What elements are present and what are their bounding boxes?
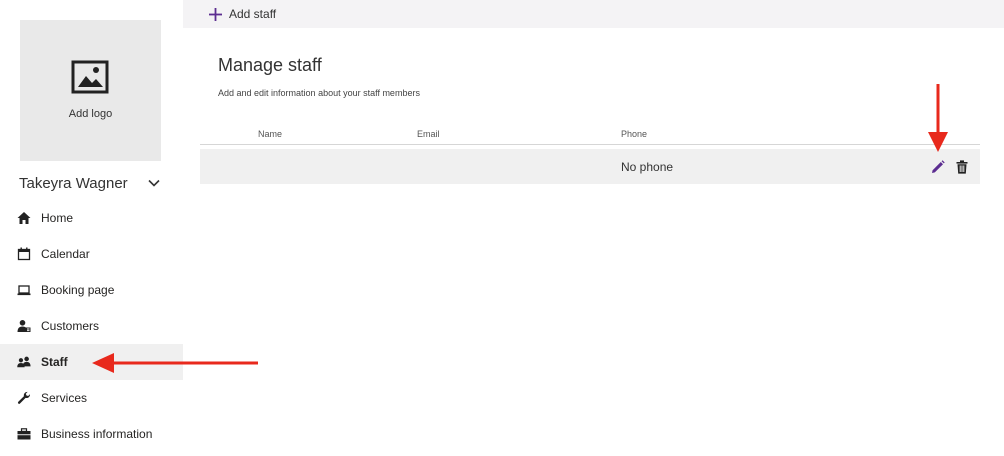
briefcase-icon [17,428,31,440]
chevron-down-icon [148,179,160,187]
customers-icon [17,320,31,332]
sidebar-item-calendar[interactable]: Calendar [0,236,183,272]
table-row[interactable]: No phone [200,149,980,184]
sidebar-item-label: Services [41,391,88,405]
calendar-icon [17,247,31,261]
sidebar-item-booking-page[interactable]: Booking page [0,272,183,308]
add-staff-button[interactable]: Add staff [209,5,276,23]
sidebar-item-services[interactable]: Services [0,380,183,416]
column-header-phone: Phone [621,129,648,139]
add-staff-label: Add staff [229,7,277,21]
pencil-icon[interactable] [931,160,945,174]
plus-icon [209,7,222,21]
table-header-divider [200,144,980,145]
wrench-icon [17,391,31,404]
home-icon [17,212,31,224]
staff-icon [17,356,31,368]
sidebar-item-label: Customers [41,319,100,333]
sidebar-item-label: Staff [41,355,68,369]
sidebar-item-staff[interactable]: Staff [0,344,183,380]
column-header-name: Name [258,129,283,139]
page-title: Manage staff [218,55,322,75]
sidebar-item-label: Calendar [41,247,90,261]
laptop-icon [17,285,31,296]
page-subtitle: Add and edit information about your staf… [218,88,420,98]
sidebar-nav: Home Calendar Booking page Customers Sta… [0,200,183,452]
image-icon [71,60,109,94]
sidebar-item-label: Home [41,211,74,225]
sidebar-item-home[interactable]: Home [0,200,183,236]
sidebar-item-business-information[interactable]: Business information [0,416,183,452]
add-logo-button[interactable]: Add logo [20,20,161,161]
trash-icon[interactable] [956,160,968,174]
sidebar-item-label: Business information [41,427,153,441]
sidebar-item-label: Booking page [41,283,115,297]
business-name: Takeyra Wagner [19,174,128,192]
staff-phone: No phone [621,160,674,174]
sidebar: Add logo Takeyra Wagner Home Calendar Bo… [0,0,183,456]
command-bar: Add staff [183,0,1004,28]
column-header-email: Email [417,129,440,139]
sidebar-item-customers[interactable]: Customers [0,308,183,344]
business-selector[interactable]: Takeyra Wagner [19,172,169,194]
add-logo-label: Add logo [68,108,113,120]
